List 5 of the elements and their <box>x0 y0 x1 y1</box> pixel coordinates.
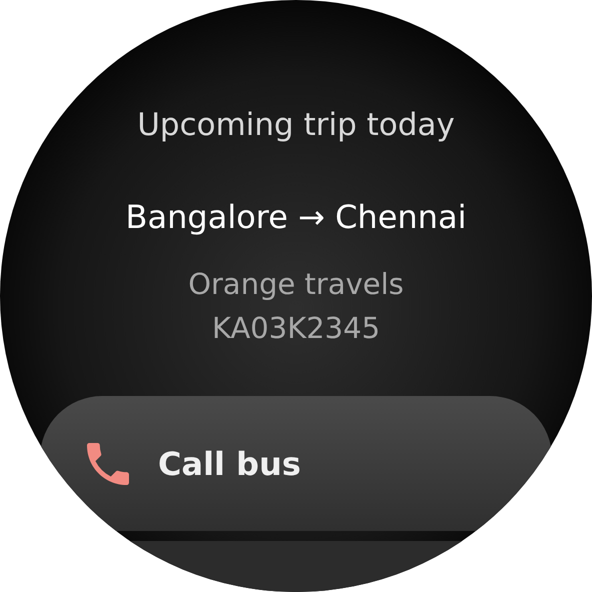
operator-text: Orange travels <box>188 266 404 303</box>
vehicle-number: KA03K2345 <box>212 310 380 347</box>
screen-title: Upcoming trip today <box>137 106 455 145</box>
call-bus-button[interactable]: Call bus <box>40 396 552 531</box>
route-text: Bangalore → Chennai <box>126 197 466 238</box>
